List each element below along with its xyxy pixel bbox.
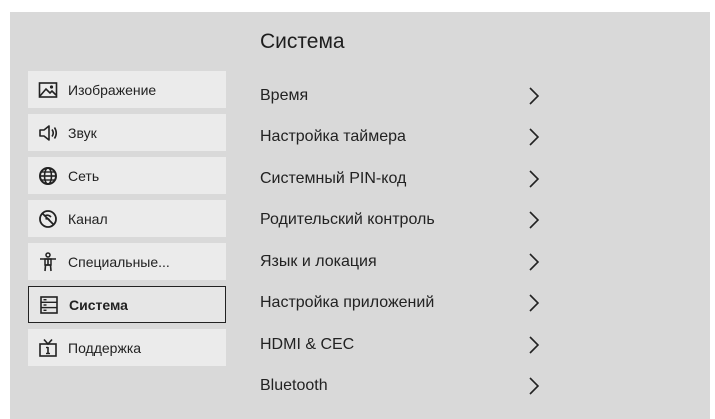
- channel-icon: [37, 208, 59, 230]
- menu-item-hdmi-cec[interactable]: HDMI & CEC: [260, 324, 560, 366]
- menu-item-label: Время: [260, 86, 309, 104]
- chevron-right-icon: [528, 210, 540, 230]
- sidebar-item-label: Изображение: [68, 81, 157, 98]
- accessibility-icon: [37, 251, 59, 273]
- settings-screen: Система Изображение Звук Сеть Канал Спец…: [10, 12, 710, 419]
- sidebar-item-label: Поддержка: [68, 339, 142, 356]
- menu-item-label: Системный PIN-код: [260, 169, 407, 187]
- menu-item-bluetooth[interactable]: Bluetooth: [260, 366, 560, 408]
- sidebar-item-support[interactable]: Поддержка: [28, 329, 226, 366]
- menu-item-timer-settings[interactable]: Настройка таймера: [260, 117, 560, 159]
- globe-icon: [37, 165, 59, 187]
- menu-item-label: Bluetooth: [260, 377, 328, 395]
- menu-item-language-location[interactable]: Язык и локация: [260, 241, 560, 283]
- sidebar-item-picture[interactable]: Изображение: [28, 71, 226, 108]
- system-icon: [38, 294, 60, 316]
- sidebar-item-network[interactable]: Сеть: [28, 157, 226, 194]
- tv-info-icon: [37, 337, 59, 359]
- menu-item-time[interactable]: Время: [260, 75, 560, 117]
- sidebar-item-channel[interactable]: Канал: [28, 200, 226, 237]
- sidebar-item-label: Система: [69, 296, 128, 313]
- menu-item-app-settings[interactable]: Настройка приложений: [260, 283, 560, 325]
- sidebar-item-sound[interactable]: Звук: [28, 114, 226, 151]
- menu-item-label: HDMI & CEC: [260, 335, 355, 353]
- system-menu: Время Настройка таймера Системный PIN-ко…: [260, 75, 560, 407]
- sidebar-item-label: Специальные...: [68, 253, 170, 270]
- menu-item-label: Настройка приложений: [260, 294, 435, 312]
- picture-icon: [37, 79, 59, 101]
- chevron-right-icon: [528, 86, 540, 106]
- chevron-right-icon: [528, 293, 540, 313]
- sidebar-item-system[interactable]: Система: [28, 286, 226, 323]
- sidebar-item-label: Сеть: [68, 167, 100, 184]
- chevron-right-icon: [528, 376, 540, 396]
- menu-item-parental-control[interactable]: Родительский контроль: [260, 200, 560, 242]
- chevron-right-icon: [528, 252, 540, 272]
- chevron-right-icon: [528, 127, 540, 147]
- sidebar: Изображение Звук Сеть Канал Специальные.…: [28, 71, 226, 372]
- menu-item-label: Родительский контроль: [260, 211, 435, 229]
- sidebar-item-label: Канал: [68, 210, 108, 227]
- chevron-right-icon: [528, 169, 540, 189]
- menu-item-label: Настройка таймера: [260, 128, 406, 146]
- chevron-right-icon: [528, 335, 540, 355]
- sidebar-item-accessibility[interactable]: Специальные...: [28, 243, 226, 280]
- page-title: Система: [260, 30, 345, 53]
- sidebar-item-label: Звук: [68, 124, 97, 141]
- menu-item-system-pin[interactable]: Системный PIN-код: [260, 158, 560, 200]
- menu-item-label: Язык и локация: [260, 252, 377, 270]
- speaker-icon: [37, 122, 59, 144]
